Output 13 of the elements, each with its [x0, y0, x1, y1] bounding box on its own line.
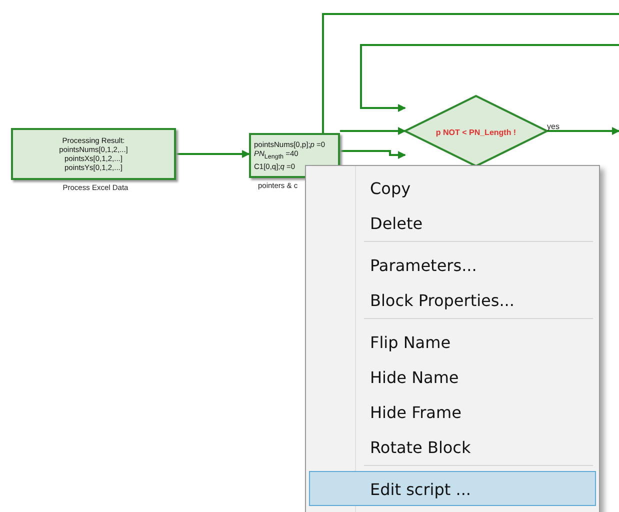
branch-label: yes — [547, 122, 560, 131]
menu-item[interactable]: Copy — [309, 170, 596, 205]
menu-item[interactable]: Hide Frame — [309, 394, 596, 429]
menu-item[interactable]: Flip Name — [309, 324, 596, 359]
connector-arrow — [340, 150, 406, 159]
decision-text: p NOT < PN_Length ! — [436, 128, 516, 137]
menu-item[interactable]: Hide Name — [309, 359, 596, 394]
connector-arrow — [340, 127, 406, 135]
menu-item[interactable]: Block Properties... — [309, 282, 596, 317]
menu-item[interactable]: Delete — [309, 205, 596, 240]
menu-item[interactable]: Edit script ... — [309, 471, 596, 506]
menu-item[interactable]: Rotate Block — [309, 429, 596, 464]
menu-item[interactable]: Parameters... — [309, 247, 596, 282]
